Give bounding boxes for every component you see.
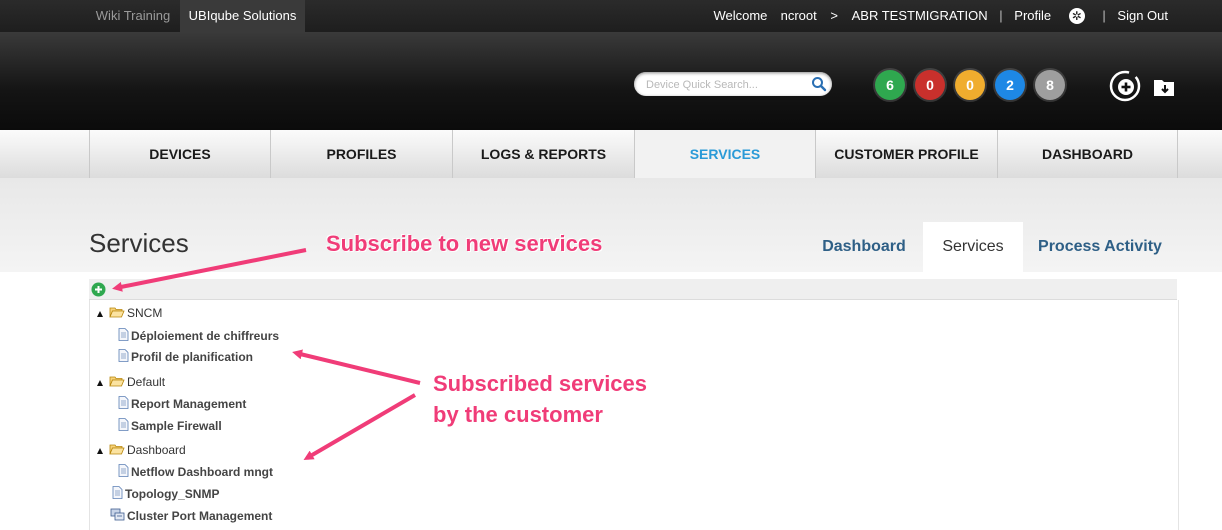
annotation-subscribed-line1: Subscribed services bbox=[433, 371, 648, 396]
tree-item-service[interactable]: Report Management bbox=[118, 395, 246, 413]
status-badge-grey[interactable]: 8 bbox=[1035, 70, 1065, 100]
tab-ubiqube-solutions[interactable]: UBIqube Solutions bbox=[180, 0, 305, 32]
tree-item-label: Cluster Port Management bbox=[127, 509, 273, 523]
tree-folder-dashboard[interactable]: Dashboard bbox=[97, 441, 186, 459]
tree-item-service[interactable]: Cluster Port Management bbox=[110, 507, 272, 525]
collapse-icon[interactable] bbox=[97, 379, 103, 386]
profile-link[interactable]: Profile bbox=[1014, 0, 1051, 32]
subtab-dashboard[interactable]: Dashboard bbox=[808, 222, 920, 272]
nav-services[interactable]: SERVICES bbox=[634, 130, 815, 184]
tab-wiki-training[interactable]: Wiki Training bbox=[86, 0, 180, 32]
status-badge-green[interactable]: 6 bbox=[875, 70, 905, 100]
subtab-process-activity[interactable]: Process Activity bbox=[1030, 222, 1170, 272]
annotation-subscribed-line2: by the customer bbox=[433, 402, 603, 427]
gear-icon[interactable]: ✲ bbox=[1068, 8, 1085, 24]
header: 6 0 0 2 8 bbox=[0, 32, 1222, 130]
collapse-icon[interactable] bbox=[97, 310, 103, 317]
tree-item-service[interactable]: Profil de planification bbox=[118, 348, 253, 366]
tree-item-label: Report Management bbox=[131, 397, 247, 411]
folder-open-icon bbox=[109, 305, 125, 323]
import-folder-icon[interactable] bbox=[1152, 74, 1178, 100]
tree-item-service[interactable]: Sample Firewall bbox=[118, 417, 222, 435]
tree-folder-label: SNCM bbox=[127, 306, 163, 320]
breadcrumb-arrow: > bbox=[830, 8, 838, 23]
document-icon bbox=[112, 485, 123, 504]
document-icon bbox=[118, 417, 129, 436]
status-badge-orange[interactable]: 0 bbox=[955, 70, 985, 100]
collapse-icon[interactable] bbox=[97, 447, 103, 454]
tree-folder-default[interactable]: Default bbox=[97, 373, 165, 391]
nav-customer-profile[interactable]: CUSTOMER PROFILE bbox=[815, 130, 997, 178]
tree-folder-sncm[interactable]: SNCM bbox=[97, 304, 162, 322]
nav-profiles[interactable]: PROFILES bbox=[270, 130, 452, 178]
tree-folder-label: Default bbox=[127, 375, 166, 389]
add-device-icon[interactable] bbox=[1109, 70, 1141, 102]
username: ncroot bbox=[780, 8, 817, 23]
folder-open-icon bbox=[109, 374, 125, 392]
user-bar: Welcome ncroot > ABR TESTMIGRATION | Pro… bbox=[713, 0, 1168, 32]
add-service-icon[interactable] bbox=[91, 282, 106, 297]
tree-item-service[interactable]: Topology_SNMP bbox=[112, 485, 219, 503]
tree-item-service[interactable]: Netflow Dashboard mngt bbox=[118, 463, 273, 481]
search-icon[interactable] bbox=[811, 76, 827, 92]
folder-open-icon bbox=[109, 442, 125, 460]
nav-logs-reports[interactable]: LOGS & REPORTS bbox=[452, 130, 634, 178]
top-bar: Wiki Training UBIqube Solutions Welcome … bbox=[0, 0, 1222, 32]
status-badge-red[interactable]: 0 bbox=[915, 70, 945, 100]
nav-dashboard[interactable]: DASHBOARD bbox=[997, 130, 1178, 178]
status-badge-blue[interactable]: 2 bbox=[995, 70, 1025, 100]
tree-item-label: Sample Firewall bbox=[131, 419, 222, 433]
document-icon bbox=[118, 395, 129, 414]
nav-devices[interactable]: DEVICES bbox=[89, 130, 270, 178]
document-icon bbox=[118, 348, 129, 367]
document-icon bbox=[118, 327, 129, 346]
customer-link[interactable]: ABR TESTMIGRATION bbox=[852, 0, 988, 32]
tree-folder-label: Dashboard bbox=[127, 443, 186, 457]
document-icon bbox=[118, 463, 129, 482]
device-search-input[interactable] bbox=[644, 76, 808, 94]
separator: | bbox=[1102, 8, 1106, 23]
page-title: Services bbox=[89, 228, 189, 258]
welcome-label: Welcome bbox=[713, 8, 768, 23]
main-nav: DEVICES PROFILES LOGS & REPORTS SERVICES… bbox=[0, 130, 1222, 184]
device-search bbox=[634, 72, 832, 96]
separator: | bbox=[999, 8, 1003, 23]
tree-item-service[interactable]: Déploiement de chiffreurs bbox=[118, 327, 279, 345]
tree-item-label: Netflow Dashboard mngt bbox=[131, 465, 274, 479]
tree-item-label: Topology_SNMP bbox=[125, 487, 220, 501]
subtab-services[interactable]: Services bbox=[923, 222, 1023, 272]
tree-toolbar bbox=[89, 279, 1177, 300]
tree-item-label: Déploiement de chiffreurs bbox=[131, 329, 280, 343]
sign-out-link[interactable]: Sign Out bbox=[1117, 0, 1168, 32]
cluster-icon bbox=[110, 508, 125, 526]
annotation-subscribe: Subscribe to new services bbox=[326, 231, 603, 256]
tree-item-label: Profil de planification bbox=[131, 350, 254, 364]
